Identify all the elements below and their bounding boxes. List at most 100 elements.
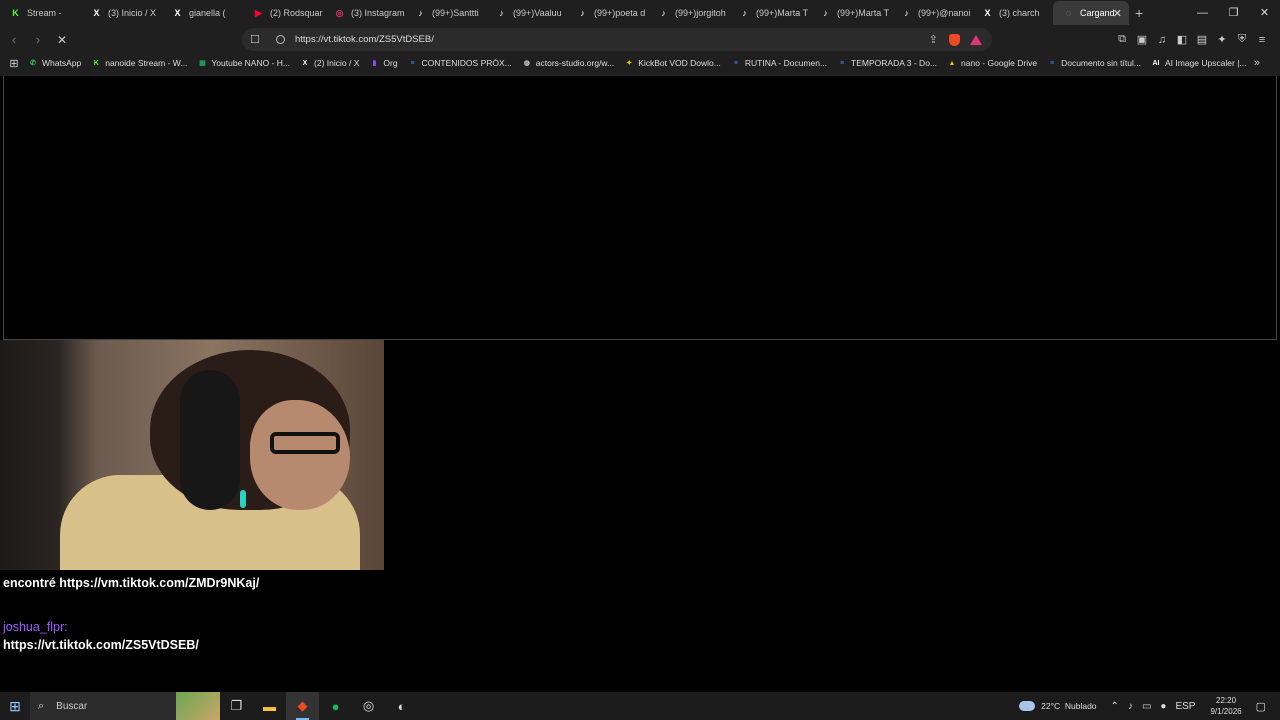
cloud-icon	[1019, 701, 1036, 711]
taskbar: ⊞ ⌕ Buscar ❐ ▬ ◆ ● ◎ ◐ 22°C Nublado ⌃ ♪ …	[0, 692, 1280, 720]
toolbar-icons: ⧉ ▣ ♫ ◧ ▤ ✦ ⛨ ≡	[1112, 27, 1272, 52]
bookmark-item[interactable]: ≡ CONTENIDOS PRÓX...	[408, 58, 512, 68]
stream-video-area	[3, 76, 1277, 340]
bookmark-item[interactable]: ≡ RUTINA - Documen...	[731, 58, 827, 68]
file-explorer-icon[interactable]: ▬	[253, 692, 286, 720]
stop-loading-icon[interactable]: ✕	[52, 33, 72, 47]
tab-label: (2) Rodsquar	[270, 8, 323, 18]
bookmark-item[interactable]: ≡ Documento sin títul...	[1047, 58, 1141, 68]
capcut-icon[interactable]: ◐	[385, 692, 418, 720]
vpn-icon[interactable]: ⛨	[1232, 33, 1252, 46]
spotify-icon[interactable]: ●	[319, 692, 352, 720]
notification-icon[interactable]: ▢	[1256, 700, 1266, 713]
windows-start-icon[interactable]: ⊞	[0, 698, 30, 715]
browser-tab[interactable]: Xgianella (	[162, 1, 243, 25]
brave-shields-icon[interactable]	[949, 33, 960, 46]
webcam-overlay	[0, 340, 384, 570]
network-icon[interactable]: ▭	[1142, 701, 1151, 712]
clock-date: 9/1/2026	[1210, 707, 1242, 716]
x-icon: X	[984, 8, 991, 18]
browser-tab[interactable]: ▶ (2) Rodsquar	[243, 1, 324, 25]
webcam-person-face	[250, 400, 350, 510]
sidebar-icon[interactable]: ◧	[1172, 33, 1192, 46]
weather-widget[interactable]: 22°C Nublado	[1019, 701, 1097, 711]
brave-browser-icon[interactable]: ◆	[286, 692, 319, 720]
docs-icon: ≡	[410, 59, 415, 67]
tab-label: (99+)Santtti	[432, 8, 479, 18]
back-icon[interactable]: ‹	[4, 32, 24, 47]
bookmark-item[interactable]: ▮ Org	[369, 58, 397, 68]
bookmark-item[interactable]: ▲ nano - Google Drive	[947, 58, 1038, 68]
tiktok-icon: ♪	[499, 8, 504, 18]
extensions-icon[interactable]: ⧉	[1112, 33, 1132, 46]
active-tab[interactable]: ◌ Cargand ✕	[1053, 1, 1129, 25]
bookmark-item[interactable]: ◍ actors-studio.org/w...	[522, 58, 614, 68]
browser-tab[interactable]: ♪ (99+)jorgitoh	[648, 1, 729, 25]
bookmark-item[interactable]: AI AI Image Upscaler |...	[1151, 58, 1246, 68]
leo-ai-icon[interactable]: ✦	[1212, 33, 1232, 46]
bookmark-item[interactable]: Knanoide Stream - W...	[91, 58, 188, 68]
obs-icon[interactable]: ◎	[352, 692, 385, 720]
browser-tab[interactable]: ♪ (99+)Marta T	[729, 1, 810, 25]
tiktok-icon: ♪	[580, 8, 585, 18]
chat-text: https://vt.tiktok.com/ZS5VtDSEB/	[3, 638, 199, 652]
tab-label: gianella (	[189, 8, 226, 18]
drive-icon: ▲	[948, 59, 956, 67]
bookmark-item[interactable]: ≡ TEMPORADA 3 - Do...	[837, 58, 937, 68]
search-placeholder: Buscar	[56, 700, 88, 712]
microphone-icon[interactable]: ●	[1160, 701, 1166, 712]
tab-label: Stream -	[27, 8, 62, 18]
more-bookmarks-icon[interactable]: »	[1254, 57, 1260, 69]
clock-time: 22:20	[1216, 696, 1237, 705]
browser-tab[interactable]: ♪ (99+)Santtti	[405, 1, 486, 25]
kickbot-icon: ✦	[626, 60, 633, 67]
screenshot-icon[interactable]: ▣	[1132, 33, 1152, 46]
minimize-button[interactable]: —	[1187, 0, 1218, 26]
bookmark-item[interactable]: ▦ Youtube NANO - H...	[197, 58, 290, 68]
browser-tab[interactable]: ♪ (99+)Vaaluu	[486, 1, 567, 25]
tab-label: (99+)poeta d	[594, 8, 646, 18]
clock[interactable]: 22:20 9/1/2026	[1210, 695, 1241, 717]
site-info-icon[interactable]	[276, 35, 285, 44]
ai-icon: AI	[1152, 59, 1160, 67]
brave-rewards-icon[interactable]	[970, 34, 982, 45]
url-text[interactable]: https://vt.tiktok.com/ZS5VtDSEB/	[295, 34, 434, 45]
bookmark-item[interactable]: ✦ KickBot VOD Dowlo...	[624, 58, 721, 68]
browser-tab[interactable]: X (3) charch	[972, 1, 1053, 25]
restore-button[interactable]: ❐	[1218, 0, 1249, 26]
tab-label: (99+)@nanoi	[918, 8, 971, 18]
browser-tab[interactable]: X (3) Inicio / X	[81, 1, 162, 25]
new-tab-button[interactable]: +	[1135, 5, 1143, 21]
close-tab-icon[interactable]: ✕	[1113, 7, 1122, 20]
bookmark-item[interactable]: X (2) Inicio / X	[300, 58, 360, 68]
weather-temp: 22°C	[1041, 701, 1061, 711]
chat-message: encontré https://vm.tiktok.com/ZMDr9NKaj…	[3, 576, 260, 590]
tiktok-icon: ♪	[742, 8, 747, 18]
address-bar[interactable]: ☐ https://vt.tiktok.com/ZS5VtDSEB/ ⇪	[242, 28, 992, 51]
menu-icon[interactable]: ≡	[1252, 34, 1272, 46]
bookmark-label: CONTENIDOS PRÓX...	[421, 58, 512, 68]
chat-username: joshua_flpr:	[3, 620, 68, 634]
bookmark-item[interactable]: ✆ WhatsApp	[28, 58, 81, 68]
browser-tab[interactable]: ◎ (3) Instagram	[324, 1, 405, 25]
chevron-up-icon[interactable]: ⌃	[1111, 701, 1119, 712]
apps-grid-icon[interactable]: ⊞	[0, 57, 28, 70]
close-window-button[interactable]: ✕	[1249, 0, 1280, 26]
search-highlight-image[interactable]	[176, 692, 220, 720]
language-indicator[interactable]: ESP	[1175, 701, 1195, 712]
browser-tab[interactable]: K Stream -	[0, 1, 81, 25]
forward-icon[interactable]: ›	[28, 32, 48, 47]
browser-tab[interactable]: ♪ (99+)poeta d	[567, 1, 648, 25]
browser-tab[interactable]: ♪ (99+)Marta T	[810, 1, 891, 25]
wallet-icon[interactable]: ▤	[1192, 33, 1212, 46]
tiktok-icon: ♪	[661, 8, 666, 18]
bookmark-icon[interactable]: ☐	[250, 33, 260, 46]
taskbar-search[interactable]: ⌕ Buscar	[30, 692, 178, 720]
browser-tab[interactable]: ♪ (99+)@nanoi	[891, 1, 972, 25]
media-icon[interactable]: ♫	[1152, 34, 1172, 46]
headset-led	[240, 490, 246, 508]
task-view-icon[interactable]: ❐	[220, 692, 253, 720]
volume-icon[interactable]: ♪	[1128, 701, 1133, 712]
share-icon[interactable]: ⇪	[929, 33, 938, 46]
kick-icon: K	[93, 59, 99, 67]
